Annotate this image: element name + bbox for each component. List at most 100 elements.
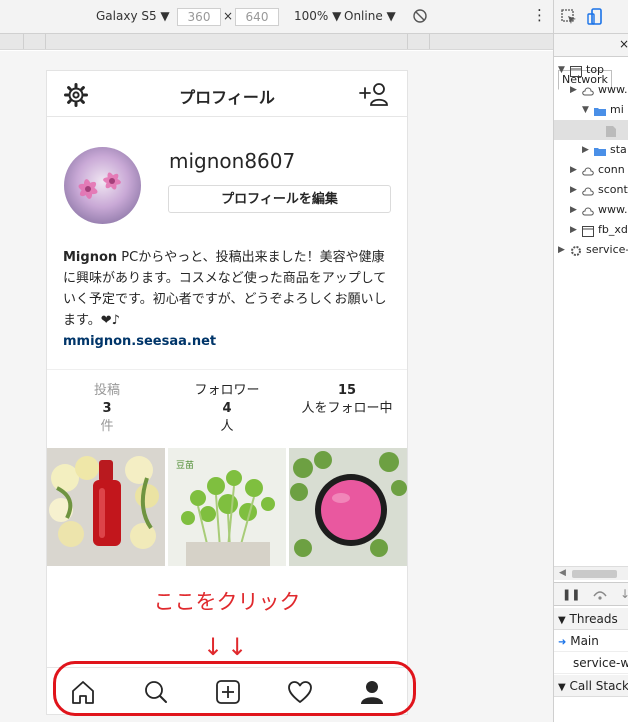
cloud-icon: [582, 84, 594, 96]
threads-section[interactable]: ▼ Threads: [554, 608, 628, 630]
horizontal-scrollbar[interactable]: ◀: [554, 566, 628, 580]
tree-item-label: www.: [598, 203, 628, 216]
tree-expand-icon[interactable]: ▶: [570, 160, 577, 180]
stat-label: フォロワー: [194, 383, 260, 398]
thread-main[interactable]: ➜ Main: [554, 630, 628, 652]
thread-service-label: service-wo: [573, 656, 628, 670]
highlight-box: [53, 661, 416, 716]
file-icon: [606, 124, 618, 137]
post-thumbnail[interactable]: [289, 448, 407, 566]
annotation-text: ここをクリック: [153, 590, 301, 614]
height-input[interactable]: 640: [235, 8, 279, 26]
device-toolbar: Galaxy S5 ▼ 360 × 640 100% ▼ Online ▼ ⋮: [0, 0, 553, 34]
annotation-arrows: ↓↓: [203, 633, 252, 661]
debugger-toolbar: ❚❚ ↓: [554, 582, 628, 606]
stat-value: 15: [337, 383, 357, 398]
tree-expand-icon[interactable]: ▶: [582, 140, 589, 160]
tree-expand-icon[interactable]: ▼: [582, 100, 589, 120]
tree-expand-icon[interactable]: ▼: [558, 60, 565, 80]
tree-item[interactable]: [554, 120, 628, 140]
gear-icon: [570, 244, 582, 256]
tree-item-label: scont: [598, 183, 628, 196]
call-stack-section[interactable]: ▼ Call Stack: [554, 675, 628, 697]
tree-item-label: mi: [610, 103, 624, 116]
network-value: Online: [344, 9, 383, 23]
tree-expand-icon[interactable]: ▶: [570, 80, 577, 100]
tree-item[interactable]: ▶ scont: [554, 180, 628, 200]
tree-item-label: sta: [610, 143, 627, 156]
stat-unit: 人をフォロー中: [301, 401, 393, 416]
cloud-icon: [582, 164, 594, 176]
thread-main-label: Main: [570, 634, 599, 648]
device-name: Galaxy S5: [96, 9, 157, 23]
devtools-tabs: Network ×: [554, 34, 628, 90]
device-select[interactable]: Galaxy S5 ▼: [96, 9, 170, 23]
profile-bio: Mignon PCからやっと、投稿出来ました！美容や健康に興味があります。コスメ…: [63, 247, 393, 352]
devtools-panel: Network × ▼ top ▶ www. ▼ mi ▶ sta ▶ conn ▶ scont ▶ ww…: [553, 0, 628, 722]
step-into-icon[interactable]: ↓: [620, 587, 628, 601]
stat-unit: 件: [100, 419, 114, 434]
phone-screen: プロフィール mignon8607 プロフィールを編集 Mignon PCからや…: [46, 70, 408, 715]
width-input[interactable]: 360: [177, 8, 221, 26]
profile-link[interactable]: mmignon.seesaa.net: [63, 331, 393, 352]
folder-icon: [594, 104, 606, 116]
zoom-value: 100%: [294, 9, 329, 23]
folder-icon: [594, 144, 606, 156]
call-stack-label: Call Stack: [569, 679, 628, 693]
tree-item[interactable]: ▼ mi: [554, 100, 628, 120]
tree-expand-icon[interactable]: ▶: [570, 220, 577, 240]
stat-value: 3: [102, 401, 112, 416]
inspect-icon[interactable]: [561, 9, 577, 28]
tree-expand-icon[interactable]: ▶: [558, 240, 565, 260]
profile-stats: 投稿 3 件 フォロワー 4 人 15 人をフォロー中: [47, 369, 407, 449]
page-title: プロフィール: [179, 88, 275, 107]
more-icon[interactable]: ⋮: [532, 6, 547, 24]
thumbnail-caption: 豆苗: [176, 461, 195, 471]
device-mode-icon[interactable]: [587, 8, 603, 29]
tree-item[interactable]: ▶ fb_xd: [554, 220, 628, 240]
tree-item[interactable]: ▶ service-: [554, 240, 628, 260]
username: mignon8607: [169, 149, 296, 173]
cloud-icon: [582, 184, 594, 196]
post-thumbnail[interactable]: 豆苗: [168, 448, 286, 566]
close-icon[interactable]: ×: [619, 37, 628, 51]
media-query-ruler: [0, 34, 553, 50]
devtools-toolbar: [554, 0, 628, 34]
tree-expand-icon[interactable]: ▶: [570, 180, 577, 200]
profile-header: プロフィール: [47, 71, 407, 117]
step-over-icon[interactable]: [592, 587, 608, 604]
thread-service-worker[interactable]: service-wo: [554, 652, 628, 674]
zoom-select[interactable]: 100% ▼: [294, 9, 341, 23]
stat-unit: 人: [220, 419, 234, 434]
stat-followers[interactable]: フォロワー 4 人: [167, 382, 287, 436]
tree-item[interactable]: ▼ top: [554, 60, 628, 80]
tree-item-label: fb_xd: [598, 223, 628, 236]
tree-item-label: service-: [586, 243, 628, 256]
post-grid: 豆苗: [47, 448, 407, 566]
frame-icon: [582, 224, 594, 237]
stat-posts: 投稿 3 件: [47, 382, 167, 436]
stat-label: 投稿: [93, 383, 120, 398]
tree-item-label: conn: [598, 163, 625, 176]
frame-icon: [570, 64, 582, 77]
cloud-icon: [582, 204, 594, 216]
edit-profile-button[interactable]: プロフィールを編集: [168, 185, 391, 213]
tree-item[interactable]: ▶ www.: [554, 80, 628, 100]
pause-icon[interactable]: ❚❚: [562, 588, 580, 601]
add-user-icon[interactable]: [359, 82, 391, 110]
times-sign: ×: [223, 9, 234, 23]
rotate-icon[interactable]: [412, 8, 428, 27]
tree-item[interactable]: ▶ sta: [554, 140, 628, 160]
threads-label: Threads: [569, 612, 618, 626]
network-select[interactable]: Online ▼: [344, 9, 396, 23]
bio-name: Mignon: [63, 250, 118, 265]
stat-value: 4: [222, 401, 232, 416]
post-thumbnail[interactable]: [47, 448, 165, 566]
tree-item-label: top: [586, 63, 605, 76]
stat-following[interactable]: 15 人をフォロー中: [287, 382, 407, 418]
tree-expand-icon[interactable]: ▶: [570, 200, 577, 220]
tree-item[interactable]: ▶ www.: [554, 200, 628, 220]
tree-item[interactable]: ▶ conn: [554, 160, 628, 180]
avatar[interactable]: [64, 147, 141, 224]
tree-item-label: www.: [598, 83, 628, 96]
